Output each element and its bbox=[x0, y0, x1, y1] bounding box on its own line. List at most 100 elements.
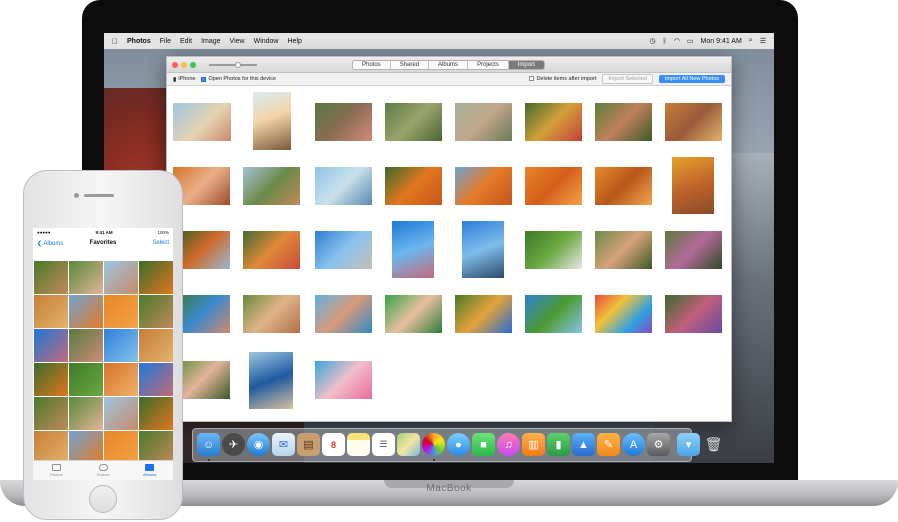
menu-file[interactable]: File bbox=[160, 38, 171, 45]
downloads-icon[interactable]: ▾ bbox=[677, 433, 700, 456]
notes-icon[interactable] bbox=[347, 433, 370, 456]
photo-thumbnail[interactable] bbox=[595, 103, 652, 141]
maps-icon[interactable] bbox=[397, 433, 420, 456]
photos-icon[interactable] bbox=[422, 433, 445, 456]
pages-icon[interactable]: ✎ bbox=[597, 433, 620, 456]
photo-thumbnail[interactable] bbox=[392, 221, 434, 278]
close-button[interactable] bbox=[172, 61, 178, 68]
phone-photo-thumbnail[interactable] bbox=[69, 261, 103, 294]
photo-thumbnail[interactable] bbox=[173, 103, 231, 141]
time-machine-icon[interactable]: ◷ bbox=[650, 37, 656, 45]
phone-photo-thumbnail[interactable] bbox=[104, 295, 138, 328]
phone-photo-thumbnail[interactable] bbox=[139, 261, 173, 294]
reminders-icon[interactable]: ☰ bbox=[372, 433, 395, 456]
contacts-icon[interactable]: ▤ bbox=[297, 433, 320, 456]
tab-import[interactable]: Import bbox=[508, 61, 544, 69]
photo-thumbnail[interactable] bbox=[455, 295, 512, 333]
photo-thumbnail[interactable] bbox=[253, 92, 291, 150]
apple-menu-icon[interactable]:  bbox=[112, 37, 118, 46]
tab-albums-phone[interactable]: Albums bbox=[126, 461, 173, 480]
photo-thumbnail[interactable] bbox=[315, 231, 372, 269]
phone-photo-thumbnail[interactable] bbox=[104, 261, 138, 294]
phone-photo-thumbnail[interactable] bbox=[34, 261, 68, 294]
trash-icon[interactable]: 🗑 bbox=[702, 433, 725, 456]
phone-photo-thumbnail[interactable] bbox=[104, 363, 138, 396]
photo-thumbnail[interactable] bbox=[665, 295, 722, 333]
menu-app-name[interactable]: Photos bbox=[127, 38, 151, 45]
messages-icon[interactable]: ● bbox=[447, 433, 470, 456]
import-all-button[interactable]: Import All New Photos bbox=[658, 75, 725, 83]
phone-photo-thumbnail[interactable] bbox=[139, 363, 173, 396]
photo-thumbnail[interactable] bbox=[525, 167, 582, 205]
zoom-button[interactable] bbox=[190, 61, 196, 68]
menu-view[interactable]: View bbox=[230, 38, 245, 45]
photo-thumbnail[interactable] bbox=[665, 231, 722, 269]
photo-thumbnail[interactable] bbox=[385, 295, 442, 333]
spotlight-icon[interactable]: ⌕ bbox=[749, 37, 753, 45]
photo-thumbnail[interactable] bbox=[243, 167, 300, 205]
mail-icon[interactable]: ✉ bbox=[272, 433, 295, 456]
photo-thumbnail[interactable] bbox=[243, 231, 300, 269]
photo-thumbnail[interactable] bbox=[455, 103, 512, 141]
phone-photo-thumbnail[interactable] bbox=[34, 397, 68, 430]
launchpad-icon[interactable]: ✈ bbox=[222, 433, 245, 456]
menu-edit[interactable]: Edit bbox=[180, 38, 192, 45]
zoom-slider-knob[interactable] bbox=[235, 61, 241, 68]
delete-after-import-checkbox[interactable] bbox=[529, 76, 535, 82]
photo-thumbnail[interactable] bbox=[243, 295, 300, 333]
facetime-icon[interactable]: ■ bbox=[472, 433, 495, 456]
import-selected-button[interactable]: Import Selected bbox=[602, 74, 653, 84]
menu-help[interactable]: Help bbox=[288, 38, 302, 45]
photo-thumbnail[interactable] bbox=[315, 295, 372, 333]
photo-thumbnail[interactable] bbox=[525, 295, 582, 333]
photo-thumbnail[interactable] bbox=[249, 352, 293, 409]
phone-photo-thumbnail[interactable] bbox=[69, 295, 103, 328]
battery-icon[interactable]: ▭ bbox=[687, 37, 694, 45]
phone-photo-thumbnail[interactable] bbox=[34, 295, 68, 328]
ibooks-icon[interactable]: ▥ bbox=[522, 433, 545, 456]
phone-photo-thumbnail[interactable] bbox=[69, 329, 103, 362]
photo-thumbnail[interactable] bbox=[595, 231, 652, 269]
photo-thumbnail[interactable] bbox=[385, 103, 442, 141]
phone-photo-thumbnail[interactable] bbox=[139, 329, 173, 362]
menu-image[interactable]: Image bbox=[201, 38, 220, 45]
open-photos-checkbox[interactable] bbox=[201, 76, 207, 82]
finder-icon[interactable]: ☺ bbox=[197, 433, 220, 456]
photo-thumbnail[interactable] bbox=[672, 157, 714, 214]
minimize-button[interactable] bbox=[181, 61, 187, 68]
tab-photos[interactable]: Photos bbox=[353, 61, 391, 69]
wifi-icon[interactable]: ◠ bbox=[674, 37, 680, 45]
menu-clock[interactable]: Mon 9:41 AM bbox=[701, 38, 742, 45]
tab-shared[interactable]: Shared bbox=[391, 61, 430, 69]
photo-thumbnail[interactable] bbox=[462, 221, 504, 278]
safari-icon[interactable]: ◉ bbox=[247, 433, 270, 456]
photo-thumbnail[interactable] bbox=[525, 103, 582, 141]
photo-thumbnail[interactable] bbox=[315, 103, 372, 141]
photo-thumbnail[interactable] bbox=[665, 103, 722, 141]
zoom-slider[interactable] bbox=[209, 61, 257, 68]
photo-thumbnail[interactable] bbox=[455, 167, 512, 205]
photo-thumbnail[interactable] bbox=[315, 361, 372, 399]
keynote-icon[interactable]: ▲ bbox=[572, 433, 595, 456]
phone-photo-thumbnail[interactable] bbox=[139, 295, 173, 328]
app-store-icon[interactable]: A bbox=[622, 433, 645, 456]
calendar-icon[interactable]: 8 bbox=[322, 433, 345, 456]
numbers-icon[interactable]: ▮ bbox=[547, 433, 570, 456]
menu-window[interactable]: Window bbox=[254, 38, 279, 45]
phone-photo-thumbnail[interactable] bbox=[104, 329, 138, 362]
tab-photos-phone[interactable]: Photos bbox=[33, 461, 80, 480]
phone-photo-thumbnail[interactable] bbox=[104, 397, 138, 430]
photo-thumbnail[interactable] bbox=[385, 167, 442, 205]
phone-photo-thumbnail[interactable] bbox=[34, 363, 68, 396]
phone-photo-thumbnail[interactable] bbox=[69, 397, 103, 430]
system-preferences-icon[interactable]: ⚙ bbox=[647, 433, 670, 456]
iphone-home-button[interactable] bbox=[89, 485, 117, 513]
phone-photo-thumbnail[interactable] bbox=[69, 363, 103, 396]
photo-thumbnail[interactable] bbox=[315, 167, 372, 205]
bluetooth-icon[interactable]: ᛒ bbox=[663, 38, 667, 45]
select-button[interactable]: Select bbox=[125, 240, 169, 246]
photo-thumbnail[interactable] bbox=[525, 231, 582, 269]
itunes-icon[interactable]: ♫ bbox=[497, 433, 520, 456]
albums-back-button[interactable]: ❮ Albums bbox=[37, 240, 81, 247]
photo-thumbnail[interactable] bbox=[595, 167, 652, 205]
